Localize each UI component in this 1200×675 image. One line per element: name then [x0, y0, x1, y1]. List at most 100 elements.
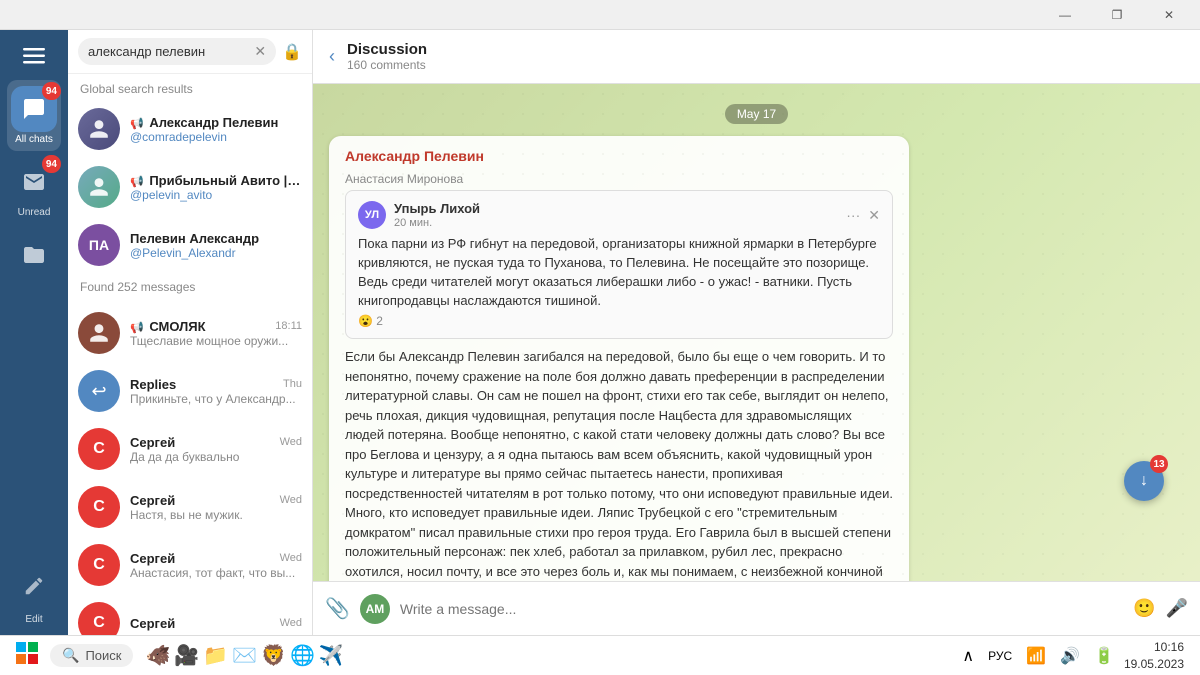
msg-header-3: Сергей Wed [130, 435, 302, 450]
search-bar: ✕ 🔒 [68, 30, 312, 74]
taskbar: 🔍 Поиск 🐗 🎥 📁 ✉️ 🦁 🌐 ✈️ ∧ РУС 📶 🔊 🔋 10:1… [0, 635, 1200, 675]
voice-button[interactable]: 🎤 [1166, 598, 1188, 619]
volume-icon[interactable]: 🔊 [1056, 642, 1084, 670]
taskbar-telegram-icon[interactable]: ✈️ [319, 643, 344, 668]
taskbar-folder-icon[interactable]: 📁 [203, 643, 228, 668]
msg-name-4: Сергей [130, 493, 175, 508]
msg-info-5: Сергей Wed Анастасия, тот факт, что вы..… [130, 551, 302, 580]
msg-time-4: Wed [280, 494, 302, 506]
user-avatar: AM [360, 594, 390, 624]
megaphone-icon-1: 📢 [130, 118, 144, 130]
quoted-user-info: УЛ Упырь Лихой 20 мин. [358, 201, 480, 229]
chat-background: May 17 Александр Пелевин Анастасия Мирон… [313, 84, 1200, 581]
menu-button[interactable] [12, 38, 56, 74]
msg-avatar-5: С [78, 544, 120, 586]
msg-preview-1: Тщеславие мощное оружи... [130, 334, 302, 348]
msg-time-1: 18:11 [275, 320, 302, 332]
titlebar: — ❐ ✕ [0, 0, 1200, 30]
chat-subtitle: 160 comments [347, 58, 1184, 72]
msg-info-3: Сергей Wed Да да да буквально [130, 435, 302, 464]
language-icon[interactable]: РУС [984, 645, 1016, 667]
message-item-3[interactable]: С Сергей Wed Да да да буквально [68, 420, 312, 478]
taskbar-apps: 🐗 🎥 📁 ✉️ 🦁 🌐 ✈️ [137, 643, 351, 668]
contact-name-2: 📢 Прибыльный Авито | А... [130, 173, 302, 188]
msg-name-6: Сергей [130, 616, 175, 631]
more-icon[interactable]: ··· [846, 207, 860, 224]
wifi-icon[interactable]: 📶 [1022, 642, 1050, 670]
contact-name-1: 📢 Александр Пелевин [130, 115, 302, 130]
all-chats-badge: 94 [42, 82, 61, 100]
quoted-user-details: Упырь Лихой 20 мин. [394, 201, 480, 229]
taskbar-search[interactable]: 🔍 Поиск [50, 644, 133, 667]
time-display: 10:16 [1124, 639, 1184, 656]
replies-avatar: ↩ [78, 370, 120, 412]
search-input[interactable] [88, 44, 248, 59]
message-item-4[interactable]: С Сергей Wed Настя, вы не мужик. [68, 478, 312, 536]
message-item-5[interactable]: С Сергей Wed Анастасия, тот факт, что вы… [68, 536, 312, 594]
back-button[interactable]: ‹ [329, 46, 335, 67]
taskbar-boar-icon[interactable]: 🐗 [145, 643, 170, 668]
attach-button[interactable]: 📎 [325, 596, 350, 621]
close-icon[interactable]: ✕ [868, 207, 880, 224]
taskbar-search-text: Поиск [85, 648, 121, 663]
contact-info-3: Пелевин Александр @Pelevin_Alexandr [130, 231, 302, 260]
msg-header-2: Replies Thu [130, 377, 302, 392]
unread-label: Unread [18, 207, 51, 218]
msg-header-4: Сергей Wed [130, 493, 302, 508]
emoji-button[interactable]: 🙂 [1133, 598, 1155, 619]
search-input-wrap[interactable]: ✕ [78, 38, 276, 65]
all-chats-label: All chats [15, 134, 53, 145]
sidebar-item-unread[interactable]: 94 Unread [7, 153, 61, 224]
msg-name-5: Сергей [130, 551, 175, 566]
minimize-button[interactable]: — [1042, 0, 1088, 30]
contact-item-1[interactable]: 📢 Александр Пелевин @comradepelevin [68, 100, 312, 158]
msg-name-3: Сергей [130, 435, 175, 450]
msg-info-1: 📢 СМОЛЯК 18:11 Тщеславие мощное оружи... [130, 319, 302, 348]
quoted-message: УЛ Упырь Лихой 20 мин. ··· ✕ [345, 190, 893, 339]
msg-preview-4: Настя, вы не мужик. [130, 508, 302, 522]
msg-avatar-3: С [78, 428, 120, 470]
contact-item-3[interactable]: ПА Пелевин Александр @Pelevin_Alexandr [68, 216, 312, 274]
contact-username-1: @comradepelevin [130, 130, 302, 144]
quoted-avatar: УЛ [358, 201, 386, 229]
msg-header-5: Сергей Wed [130, 551, 302, 566]
chat-header: ‹ Discussion 160 comments [313, 30, 1200, 84]
msg-info-2: Replies Thu Прикиньте, что у Александр..… [130, 377, 302, 406]
taskbar-video-icon[interactable]: 🎥 [174, 643, 199, 668]
message-item-1[interactable]: 📢 СМОЛЯК 18:11 Тщеславие мощное оружи... [68, 304, 312, 362]
app-body: 94 All chats 94 Unread [0, 30, 1200, 635]
msg-name-1: 📢 СМОЛЯК [130, 319, 206, 334]
contact-item-2[interactable]: 📢 Прибыльный Авито | А... @pelevin_avito [68, 158, 312, 216]
msg-header-6: Сергей Wed [130, 616, 302, 631]
megaphone-icon-2: 📢 [130, 176, 144, 188]
taskbar-browser-icon[interactable]: 🌐 [290, 643, 315, 668]
scroll-to-bottom-button[interactable]: ↓ 13 [1124, 461, 1164, 501]
maximize-button[interactable]: ❐ [1094, 0, 1140, 30]
main-chat: ‹ Discussion 160 comments May 17 Алексан… [313, 30, 1200, 635]
date-display: 19.05.2023 [1124, 656, 1184, 673]
sidebar-item-all-chats[interactable]: 94 All chats [7, 80, 61, 151]
start-button[interactable] [8, 638, 46, 674]
quoted-meta: 20 мин. [394, 217, 480, 229]
lock-icon[interactable]: 🔒 [282, 42, 302, 62]
system-tray-expand[interactable]: ∧ [958, 642, 978, 670]
battery-icon[interactable]: 🔋 [1090, 642, 1118, 670]
contact-username-2: @pelevin_avito [130, 188, 302, 202]
sidebar-edit-button[interactable] [11, 568, 57, 604]
message-input[interactable] [400, 601, 1123, 617]
sidebar-item-folders[interactable] [7, 226, 61, 284]
message-item-6[interactable]: С Сергей Wed [68, 594, 312, 635]
quoted-name: Упырь Лихой [394, 201, 480, 216]
unread-badge: 94 [42, 155, 61, 173]
discussion-author: Александр Пелевин [345, 148, 893, 164]
contact-name-3: Пелевин Александр [130, 231, 302, 246]
chat-list-panel: ✕ 🔒 Global search results 📢 Александр [68, 30, 313, 635]
date-pill: May 17 [725, 104, 788, 124]
taskbar-shield-icon[interactable]: 🦁 [261, 643, 286, 668]
message-item-2[interactable]: ↩ Replies Thu Прикиньте, что у Александр… [68, 362, 312, 420]
taskbar-mail-icon[interactable]: ✉️ [232, 643, 257, 668]
search-clear-icon[interactable]: ✕ [254, 43, 266, 60]
chat-title: Discussion [347, 41, 1184, 58]
close-button[interactable]: ✕ [1146, 0, 1192, 30]
avatar-1 [78, 108, 120, 150]
